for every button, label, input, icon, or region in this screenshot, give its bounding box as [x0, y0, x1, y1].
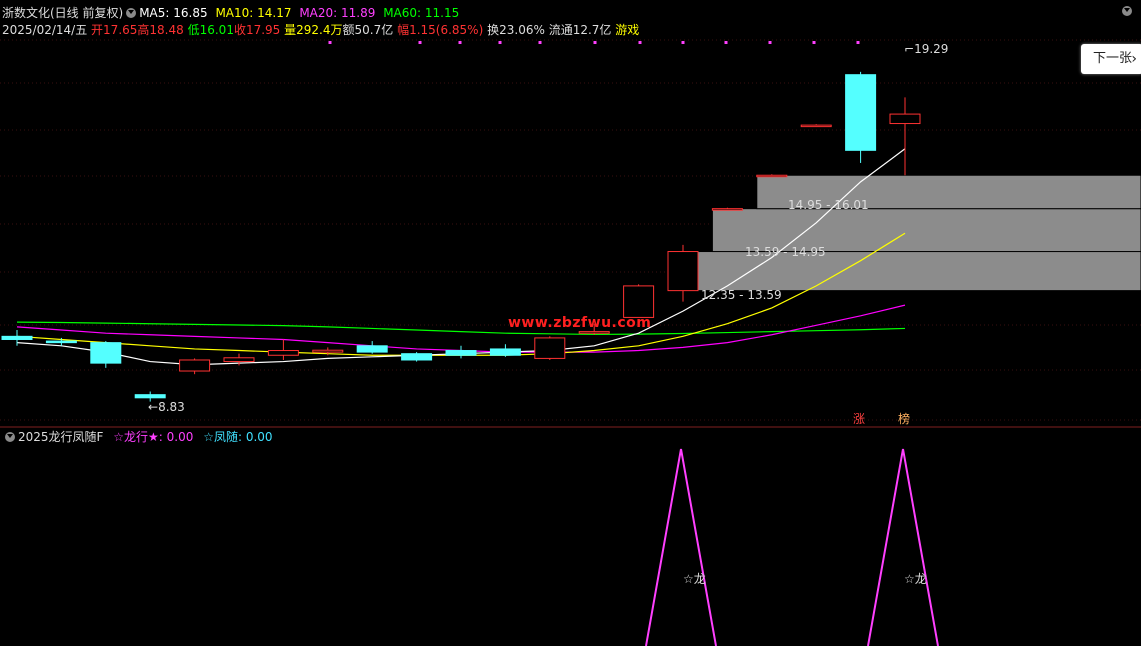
candle-body: [179, 359, 211, 372]
candle-body: [578, 331, 610, 334]
candle: [667, 244, 699, 302]
indicator-header: 2025龙行凤随F ☆龙行★: 0.00 ☆凤随: 0.00: [2, 430, 273, 444]
ma5-readout: MA5: 16.85: [139, 6, 208, 20]
candle-body: [223, 357, 255, 363]
candle-body: [489, 348, 521, 356]
candle: [711, 207, 743, 211]
indicator-peak: [867, 448, 939, 646]
turnover-readout: 换23.06%: [487, 23, 545, 37]
limit-dot: [724, 41, 728, 44]
limit-dots: [328, 41, 860, 44]
close-readout: 收17.95: [233, 23, 281, 37]
high-readout: 高18.48: [137, 23, 184, 37]
limit-dot: [498, 41, 502, 44]
float-cap-readout: 流通12.7亿: [548, 23, 612, 37]
candle-body: [45, 340, 77, 344]
limit-dot: [856, 41, 860, 44]
candle-body: [445, 350, 477, 356]
limit-dot: [681, 41, 685, 44]
limit-dot: [593, 41, 597, 44]
amount-readout: 额50.7亿: [342, 23, 394, 37]
limit-dot: [418, 41, 422, 44]
header-row-2: 2025/02/14/五 开17.65高18.48 低16.01收17.95 量…: [2, 22, 639, 38]
settings-icon[interactable]: [1122, 6, 1132, 16]
candle: [267, 339, 299, 360]
candle-body: [534, 337, 566, 359]
candle: [534, 336, 566, 360]
header-row-1: 浙数文化(日线 前复权) MA5: 16.85 MA10: 14.17 MA20:…: [2, 5, 463, 21]
candle: [623, 284, 655, 318]
low-readout: 低16.01: [187, 23, 234, 37]
indicator-lines: [645, 448, 939, 646]
ma10-readout: MA10: 14.17: [215, 6, 292, 20]
high-price-label: ⌐19.29: [904, 42, 949, 56]
candle-body: [134, 394, 166, 399]
zone-label-1: 14.95 - 16.01: [788, 198, 869, 212]
dragon-tiger-badge[interactable]: 榜: [896, 410, 912, 427]
ma20-readout: MA20: 11.89: [299, 6, 376, 20]
limit-dot: [638, 41, 642, 44]
limit-up-badge[interactable]: 涨: [851, 410, 867, 427]
candle: [800, 124, 832, 128]
chevron-right-icon: ›: [1131, 51, 1137, 67]
candle-body: [90, 342, 122, 364]
change-readout: 幅1.15(6.85%): [397, 23, 484, 37]
candle: [445, 345, 477, 359]
watermark: www.zbzfwu.com: [508, 315, 652, 331]
candle: [845, 71, 877, 163]
next-page-label: 下一张: [1093, 51, 1133, 66]
stock-name[interactable]: 浙数文化(日线 前复权): [2, 6, 123, 20]
date-readout: 2025/02/14/五: [2, 23, 88, 37]
volume-readout: 量292.4万: [284, 23, 343, 37]
indicator-dropdown-icon[interactable]: [5, 432, 15, 442]
zone-label-3: 12.35 - 13.59: [701, 288, 782, 302]
ma60-line: [16, 321, 906, 336]
indicator-peak: [645, 448, 717, 646]
candle: [179, 358, 211, 375]
candle-body: [711, 208, 743, 211]
candle-body: [889, 113, 921, 125]
limit-dot: [328, 41, 332, 44]
candle-body: [401, 353, 433, 361]
next-page-button[interactable]: 下一张 ›: [1081, 44, 1141, 74]
low-price-label: ←8.83: [148, 400, 185, 414]
dropdown-icon[interactable]: [126, 8, 137, 18]
candle-body: [267, 350, 299, 356]
zone-label-2: 13.59 - 14.95: [745, 245, 826, 259]
candle: [356, 341, 388, 354]
sector-tag[interactable]: 游戏: [615, 23, 639, 37]
price-zone: [667, 251, 1141, 292]
limit-dot: [812, 41, 816, 44]
window-controls[interactable]: [1119, 4, 1135, 18]
ma60-readout: MA60: 11.15: [383, 6, 460, 20]
limit-dot: [458, 41, 462, 44]
candle-body: [623, 285, 655, 318]
indicator-name[interactable]: 2025龙行凤随F: [18, 430, 103, 444]
candle-body: [800, 124, 832, 128]
indicator-line2-readout: ☆凤随: 0.00: [203, 430, 273, 444]
candle: [489, 344, 521, 357]
candle-body: [356, 345, 388, 353]
peak-label-2: ☆龙: [904, 572, 927, 586]
indicator-line1-readout: ☆龙行★: 0.00: [113, 430, 194, 444]
candle-body: [1, 335, 33, 340]
limit-dot: [538, 41, 542, 44]
candle: [889, 97, 921, 176]
candle-body: [312, 349, 344, 353]
candle: [756, 174, 788, 178]
candle: [90, 341, 122, 368]
open-readout: 开17.65: [91, 23, 138, 37]
candle: [401, 352, 433, 362]
candle-body: [845, 74, 877, 151]
candle-body: [667, 251, 699, 292]
ma20-line: [16, 304, 906, 353]
limit-dot: [768, 41, 772, 44]
peak-label-1: ☆龙: [683, 572, 706, 586]
candle-body: [756, 174, 788, 178]
